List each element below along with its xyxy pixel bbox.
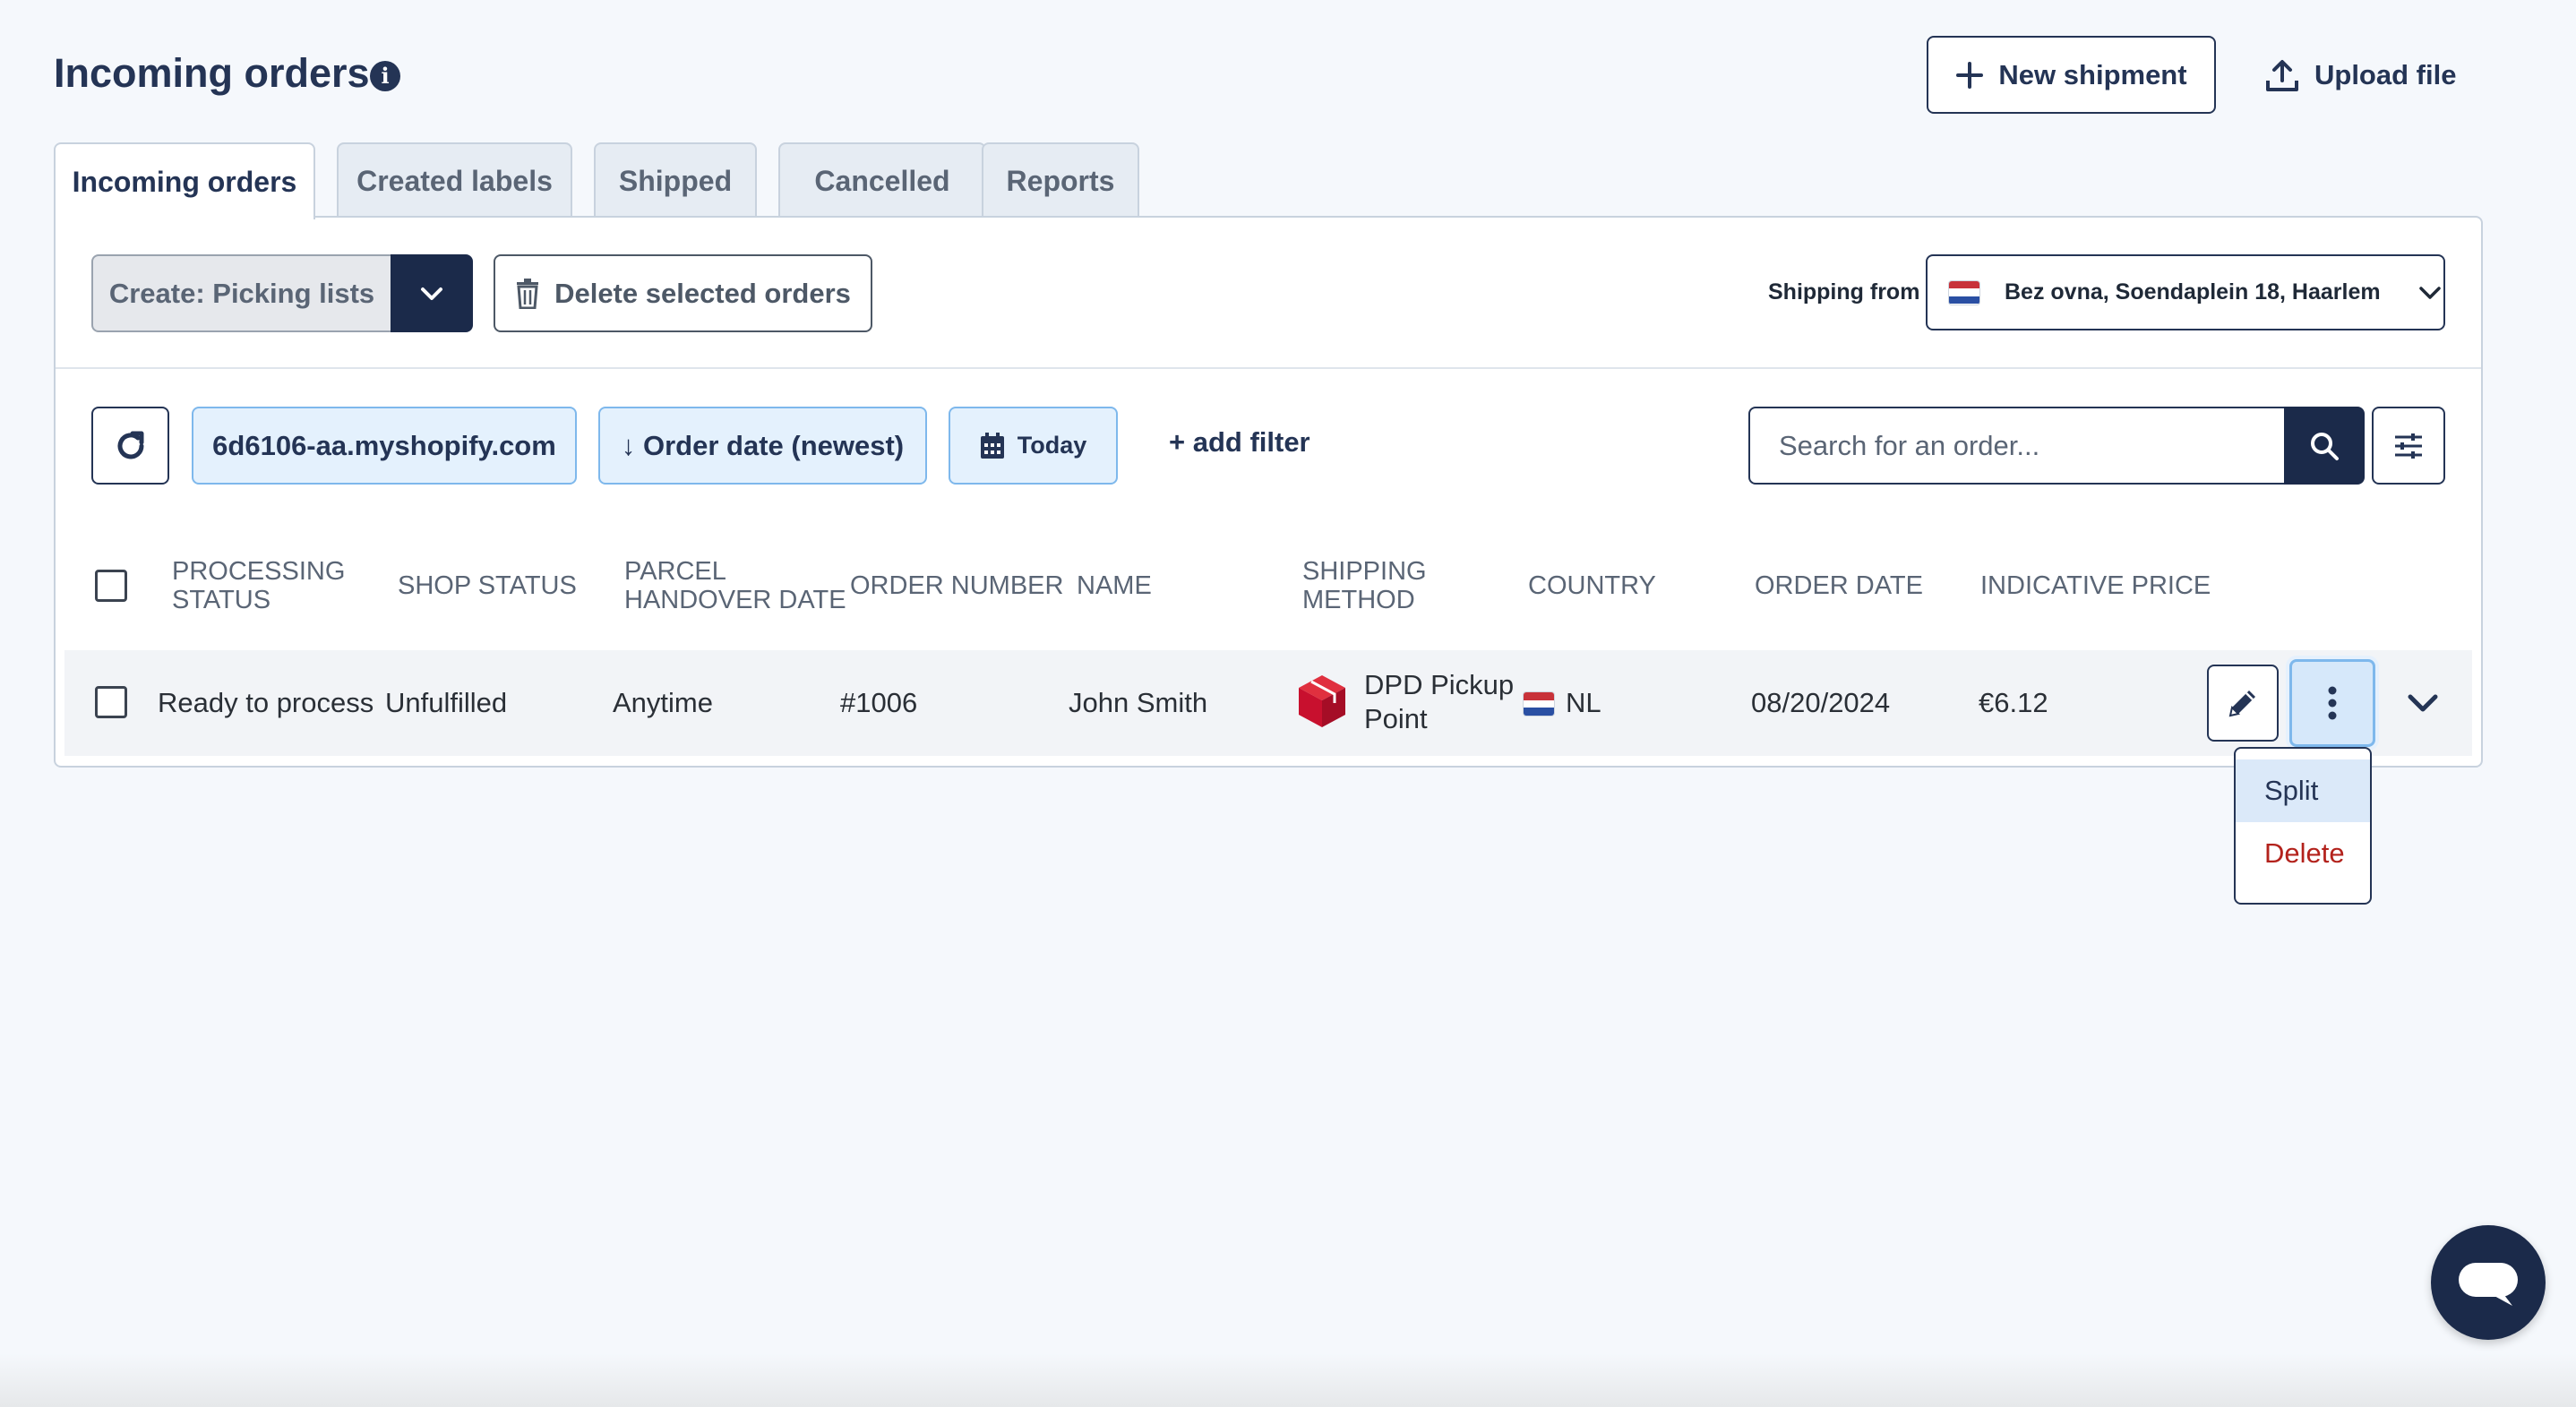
sort-order-chip[interactable]: ↓ Order date (newest) — [598, 407, 927, 485]
create-picking-lists-button[interactable]: Create: Picking lists — [91, 254, 392, 332]
shop-filter-chip[interactable]: 6d6106-aa.myshopify.com — [192, 407, 577, 485]
date-filter-chip[interactable]: Today — [949, 407, 1118, 485]
order-number-cell: #1006 — [840, 687, 918, 718]
header-parcel-handover-date[interactable]: PARCEL HANDOVER DATE — [624, 557, 848, 614]
edit-order-button[interactable] — [2207, 665, 2279, 742]
name-cell: John Smith — [1069, 687, 1208, 718]
row-checkbox[interactable] — [95, 686, 127, 718]
header-name[interactable]: NAME — [1077, 571, 1152, 600]
shop-status-cell: Unfulfilled — [385, 687, 508, 718]
refresh-button[interactable] — [91, 407, 169, 485]
delete-selected-orders-button[interactable]: Delete selected orders — [494, 254, 872, 332]
shipping-method-cell: DPD Pickup Point — [1364, 669, 1515, 734]
header-order-number[interactable]: ORDER NUMBER — [850, 571, 1063, 600]
delete-selected-orders-label: Delete selected orders — [554, 277, 851, 309]
shipping-from-value: Bez ovna, Soendaplein 18, Haarlem — [2005, 279, 2381, 305]
create-options-dropdown[interactable] — [391, 254, 473, 332]
select-all-checkbox[interactable] — [95, 570, 127, 602]
refresh-icon — [117, 431, 143, 459]
search-button[interactable] — [2284, 407, 2365, 485]
split-menu-item[interactable]: Split — [2236, 759, 2370, 822]
header-processing-status[interactable]: PROCESSING STATUS — [172, 557, 351, 614]
search-icon — [2311, 432, 2339, 460]
shipping-from-select[interactable]: Bez ovna, Soendaplein 18, Haarlem — [1926, 254, 2445, 330]
tab-shipped[interactable]: Shipped — [594, 142, 757, 218]
tab-created-labels[interactable]: Created labels — [337, 142, 572, 218]
info-icon[interactable]: i — [370, 61, 400, 91]
pencil-icon — [2228, 691, 2255, 717]
delete-menu-item[interactable]: Delete — [2236, 822, 2370, 885]
calendar-icon — [980, 432, 1004, 459]
expand-row-button[interactable] — [2400, 681, 2445, 725]
upload-file-button[interactable]: Upload file — [2264, 50, 2456, 100]
header-shipping-method[interactable]: SHIPPING METHOD — [1302, 557, 1464, 614]
chevron-down-icon — [2418, 286, 2441, 299]
trash-icon — [517, 278, 539, 309]
sliders-icon — [2395, 433, 2422, 459]
country-cell: NL — [1566, 687, 1601, 718]
toolbar-divider — [56, 367, 2481, 369]
tab-cancelled[interactable]: Cancelled — [778, 142, 986, 218]
header-shop-status[interactable]: SHOP STATUS — [398, 571, 577, 600]
chat-icon — [2459, 1263, 2518, 1306]
plus-icon — [1956, 61, 1984, 89]
chevron-down-icon — [421, 287, 442, 300]
header-indicative-price[interactable]: INDICATIVE PRICE — [1980, 571, 2211, 600]
upload-file-label: Upload file — [2314, 59, 2457, 90]
row-actions-menu-button[interactable] — [2289, 659, 2375, 747]
tab-reports[interactable]: Reports — [982, 142, 1139, 218]
bottom-edge — [0, 1353, 2576, 1407]
order-date-cell: 08/20/2024 — [1751, 687, 1891, 718]
vertical-dots-icon — [2328, 686, 2337, 720]
row-actions-menu: Split Delete — [2234, 747, 2372, 905]
processing-status-cell: Ready to process — [158, 687, 374, 718]
nl-flag-icon — [1949, 280, 1979, 305]
header-country[interactable]: COUNTRY — [1528, 571, 1656, 600]
column-settings-button[interactable] — [2372, 407, 2445, 485]
dpd-logo-icon — [1299, 675, 1345, 727]
shipping-from-label: Shipping from — [1768, 279, 1920, 305]
nl-flag-icon — [1524, 692, 1554, 716]
header-order-date[interactable]: ORDER DATE — [1755, 571, 1923, 600]
add-filter-link[interactable]: + add filter — [1169, 426, 1310, 459]
tab-incoming-orders[interactable]: Incoming orders — [54, 142, 315, 219]
chat-launcher-button[interactable] — [2431, 1225, 2546, 1340]
page-title: Incoming orders — [54, 50, 370, 96]
indicative-price-cell: €6.12 — [1979, 687, 2048, 718]
search-input[interactable] — [1748, 407, 2286, 485]
chevron-down-icon — [2408, 694, 2438, 712]
date-filter-label: Today — [1017, 432, 1087, 459]
new-shipment-button[interactable]: New shipment — [1927, 36, 2216, 114]
parcel-handover-date-cell: Anytime — [613, 687, 713, 718]
new-shipment-label: New shipment — [1998, 58, 2187, 90]
upload-icon — [2266, 60, 2298, 91]
